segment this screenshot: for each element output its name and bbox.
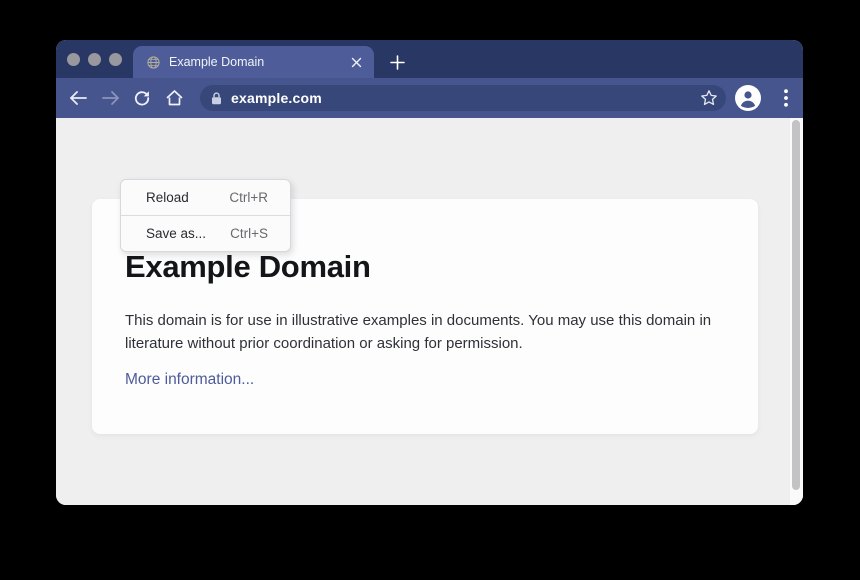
menu-item-shortcut: Ctrl+R — [229, 190, 268, 205]
maximize-window-button[interactable] — [109, 53, 122, 66]
menu-item-label: Save as... — [146, 226, 206, 241]
browser-tab[interactable]: Example Domain — [133, 46, 374, 78]
back-button[interactable] — [68, 88, 88, 108]
window-controls — [67, 53, 122, 66]
more-information-link[interactable]: More information... — [125, 371, 254, 389]
plus-icon — [390, 55, 405, 70]
close-icon[interactable] — [350, 56, 363, 69]
scrollbar-thumb[interactable] — [792, 120, 800, 490]
close-window-button[interactable] — [67, 53, 80, 66]
bookmark-star-icon[interactable] — [700, 89, 718, 107]
address-bar[interactable]: example.com — [200, 85, 726, 111]
kebab-menu-icon[interactable] — [779, 89, 793, 107]
minimize-window-button[interactable] — [88, 53, 101, 66]
tab-title: Example Domain — [169, 55, 350, 69]
scrollbar-track[interactable] — [790, 118, 803, 505]
browser-toolbar: example.com — [56, 78, 803, 118]
menu-item-shortcut: Ctrl+S — [230, 226, 268, 241]
home-icon — [165, 89, 184, 107]
context-menu-item-save-as[interactable]: Save as... Ctrl+S — [121, 215, 290, 251]
back-arrow-icon — [69, 90, 88, 106]
lock-icon — [211, 92, 222, 105]
home-button[interactable] — [164, 88, 184, 108]
context-menu-item-reload[interactable]: Reload Ctrl+R — [121, 180, 290, 215]
profile-avatar-icon[interactable] — [735, 85, 761, 111]
browser-window: Example Domain — [56, 40, 803, 505]
title-bar: Example Domain — [56, 40, 803, 78]
menu-item-label: Reload — [146, 190, 189, 205]
reload-icon — [133, 89, 151, 107]
forward-button[interactable] — [100, 88, 120, 108]
page-paragraph: This domain is for use in illustrative e… — [125, 309, 713, 355]
reload-button[interactable] — [132, 88, 152, 108]
page-viewport: Example Domain This domain is for use in… — [56, 118, 803, 505]
new-tab-button[interactable] — [380, 46, 414, 78]
url-text: example.com — [231, 90, 322, 106]
context-menu: Reload Ctrl+R Save as... Ctrl+S — [120, 179, 291, 252]
globe-icon — [147, 56, 160, 69]
forward-arrow-icon — [101, 90, 120, 106]
